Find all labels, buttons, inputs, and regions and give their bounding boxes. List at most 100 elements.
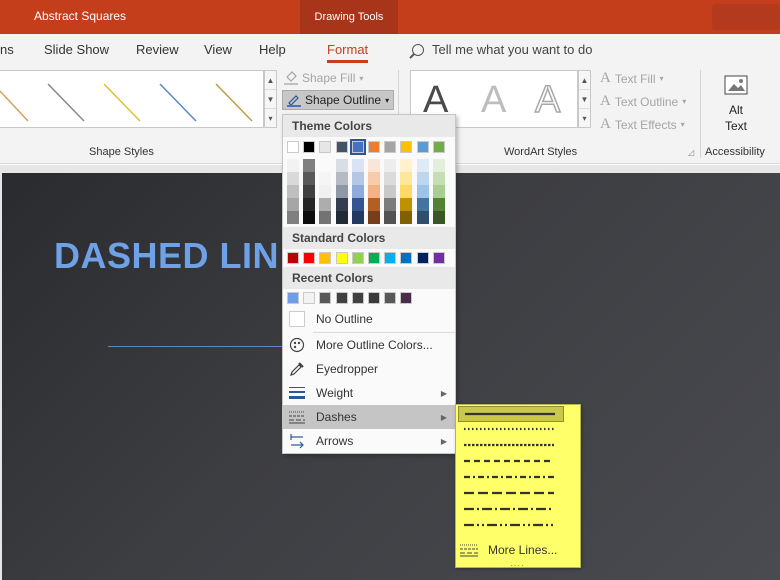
theme-tint-swatch[interactable] [303, 211, 316, 224]
theme-tint-swatch[interactable] [384, 185, 397, 198]
theme-tint-swatch[interactable] [319, 172, 332, 185]
standard-swatch[interactable] [432, 252, 445, 264]
theme-tint-swatch[interactable] [416, 172, 429, 185]
theme-tint-swatch[interactable] [287, 198, 299, 211]
theme-swatch[interactable] [368, 141, 380, 153]
text-outline-button[interactable]: A Text Outline ▾ [600, 93, 686, 110]
theme-tint-swatch[interactable] [287, 172, 299, 185]
account-area[interactable] [712, 4, 780, 30]
standard-swatch[interactable] [400, 252, 413, 264]
weight-item[interactable]: Weight ▶ [283, 381, 455, 405]
theme-tint-swatch[interactable] [400, 172, 413, 185]
theme-tint-swatch[interactable] [351, 159, 364, 172]
selected-line-shape[interactable] [108, 346, 288, 347]
theme-tint-swatch[interactable] [384, 211, 397, 224]
theme-swatch[interactable] [349, 139, 366, 155]
eyedropper-item[interactable]: Eyedropper [283, 357, 455, 381]
theme-tint-swatch[interactable] [335, 211, 348, 224]
theme-swatch[interactable] [335, 141, 348, 153]
recent-swatch[interactable] [384, 292, 397, 304]
dash-option-long-dash-dot[interactable] [458, 502, 564, 518]
theme-tint-swatch[interactable] [400, 159, 413, 172]
dashes-item[interactable]: Dashes ▶ [283, 405, 455, 429]
tell-me-box[interactable]: Tell me what you want to do [412, 42, 592, 57]
theme-tint-swatch[interactable] [432, 172, 445, 185]
recent-swatch[interactable] [303, 292, 316, 304]
theme-tint-swatch[interactable] [368, 211, 380, 224]
wordart-scroller[interactable]: ▲ ▼ ▾ [578, 70, 591, 128]
theme-tint-swatch[interactable] [351, 185, 364, 198]
recent-swatch[interactable] [368, 292, 380, 304]
theme-tint-swatch[interactable] [287, 185, 299, 198]
theme-swatch[interactable] [416, 141, 429, 153]
shape-outline-button[interactable]: Shape Outline ▾ [282, 90, 395, 110]
text-fill-button[interactable]: A Text Fill ▾ [600, 70, 664, 87]
slide-title[interactable]: DASHED LIN [54, 235, 279, 277]
theme-tint-swatch[interactable] [303, 198, 316, 211]
standard-swatch[interactable] [287, 252, 299, 264]
standard-swatch[interactable] [335, 252, 348, 264]
theme-tint-swatch[interactable] [416, 198, 429, 211]
theme-tint-swatch[interactable] [400, 185, 413, 198]
theme-tint-swatch[interactable] [384, 172, 397, 185]
tab-view[interactable]: View [204, 42, 232, 57]
theme-tint-swatch[interactable] [335, 198, 348, 211]
recent-swatch[interactable] [400, 292, 413, 304]
theme-tint-swatch[interactable] [287, 211, 299, 224]
dash-option-long-dash-dot-dot[interactable] [458, 518, 564, 534]
theme-tint-swatch[interactable] [319, 185, 332, 198]
theme-tint-swatch[interactable] [319, 198, 332, 211]
theme-tint-swatch[interactable] [432, 185, 445, 198]
theme-swatch[interactable] [400, 141, 413, 153]
theme-tint-swatch[interactable] [303, 172, 316, 185]
recent-swatch[interactable] [319, 292, 332, 304]
tab-format[interactable]: Format [327, 42, 369, 63]
dash-option-dash-dot[interactable] [458, 470, 564, 486]
theme-tint-swatch[interactable] [416, 159, 429, 172]
shape-fill-button[interactable]: Shape Fill ▾ [284, 68, 363, 88]
dash-option-square-dot[interactable] [458, 438, 564, 454]
theme-tint-swatch[interactable] [400, 211, 413, 224]
theme-tint-swatch[interactable] [416, 211, 429, 224]
standard-swatch[interactable] [351, 252, 364, 264]
theme-swatch[interactable] [432, 141, 445, 153]
standard-swatch[interactable] [416, 252, 429, 264]
tab-help[interactable]: Help [259, 42, 286, 57]
alt-text-button[interactable]: Alt Text [716, 74, 756, 134]
theme-swatch[interactable] [287, 141, 299, 153]
recent-swatch[interactable] [351, 292, 364, 304]
shape-styles-scroller[interactable]: ▲ ▼ ▾ [264, 70, 277, 128]
theme-swatch[interactable] [384, 141, 397, 153]
theme-tint-swatch[interactable] [432, 198, 445, 211]
recent-swatch[interactable] [287, 292, 299, 304]
standard-swatch[interactable] [319, 252, 332, 264]
tab-slide-show[interactable]: Slide Show [44, 42, 109, 57]
theme-tint-swatch[interactable] [368, 172, 380, 185]
theme-tint-swatch[interactable] [351, 172, 364, 185]
theme-tint-swatch[interactable] [335, 185, 348, 198]
dash-option-long-dash[interactable] [458, 486, 564, 502]
scroll-up-icon[interactable]: ▲ [579, 71, 590, 90]
more-lines-item[interactable]: More Lines... [456, 539, 580, 561]
text-effects-button[interactable]: A Text Effects ▾ [600, 116, 685, 133]
no-outline-item[interactable]: No Outline [283, 307, 455, 331]
theme-tint-swatch[interactable] [303, 185, 316, 198]
theme-tint-swatch[interactable] [335, 159, 348, 172]
theme-tint-swatch[interactable] [432, 211, 445, 224]
theme-tint-swatch[interactable] [368, 159, 380, 172]
theme-tint-swatch[interactable] [351, 198, 364, 211]
scroll-up-icon[interactable]: ▲ [265, 71, 276, 90]
theme-tint-swatch[interactable] [287, 159, 299, 172]
theme-tint-swatch[interactable] [335, 172, 348, 185]
tab-review[interactable]: Review [136, 42, 179, 57]
theme-tint-swatch[interactable] [368, 185, 380, 198]
theme-tint-swatch[interactable] [384, 159, 397, 172]
more-outline-colors-item[interactable]: More Outline Colors... [283, 333, 455, 357]
standard-swatch[interactable] [368, 252, 380, 264]
dash-option-round-dot[interactable] [458, 422, 564, 438]
theme-swatch[interactable] [319, 141, 332, 153]
theme-tint-swatch[interactable] [384, 198, 397, 211]
scroll-down-icon[interactable]: ▼ [265, 90, 276, 109]
theme-tint-swatch[interactable] [368, 198, 380, 211]
tab-animations[interactable]: ns [0, 42, 14, 57]
